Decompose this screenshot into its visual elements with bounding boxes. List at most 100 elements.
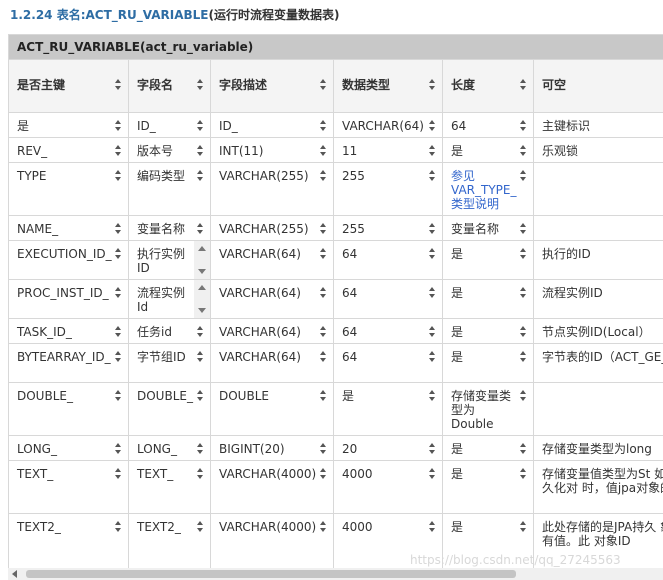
cell-spinner-icon[interactable]	[429, 521, 436, 532]
table-cell[interactable]: TEXT_	[8, 460, 129, 514]
table-cell[interactable]: 编码类型	[128, 162, 211, 216]
table-cell[interactable]: 是	[333, 382, 443, 436]
cell-spinner-icon[interactable]	[197, 223, 204, 234]
table-cell[interactable]: 流程实例Id	[128, 279, 211, 319]
table-cell[interactable]: BIGINT(20)	[210, 435, 334, 461]
table-cell[interactable]: 存储变量类型为long	[532, 435, 663, 461]
cell-spinner-icon[interactable]	[197, 468, 204, 479]
cell-spinner-icon[interactable]	[115, 223, 122, 234]
table-cell[interactable]: 执行的ID	[532, 240, 663, 280]
column-header[interactable]: 字段描述	[210, 59, 334, 113]
table-cell[interactable]: 流程实例ID	[532, 279, 663, 319]
cell-spinner-icon[interactable]	[520, 120, 527, 131]
table-cell[interactable]: 执行实例ID	[128, 240, 211, 280]
cell-spinner-icon[interactable]	[429, 351, 436, 362]
table-cell[interactable]: DOUBLE_	[8, 382, 129, 436]
table-cell[interactable]: 版本号	[128, 137, 211, 163]
table-cell[interactable]: LONG_	[8, 435, 129, 461]
table-cell[interactable]: DOUBLE	[210, 382, 334, 436]
table-cell[interactable]: BYTEARRAY_ID_	[8, 343, 129, 383]
table-cell[interactable]	[532, 382, 663, 436]
cell-spinner-icon[interactable]	[520, 248, 527, 259]
cell-spinner-icon[interactable]	[197, 443, 204, 454]
cell-spinner-icon[interactable]	[320, 120, 327, 131]
table-cell[interactable]	[532, 215, 663, 241]
table-cell[interactable]: EXECUTION_ID_	[8, 240, 129, 280]
cell-spinner-icon[interactable]	[197, 145, 204, 156]
table-cell[interactable]: 64	[333, 240, 443, 280]
column-header[interactable]: 是否主键	[8, 59, 129, 113]
cell-spinner-icon[interactable]	[320, 468, 327, 479]
cell-spinner-icon[interactable]	[520, 287, 527, 298]
table-cell[interactable]: VARCHAR(255)	[210, 162, 334, 216]
table-cell[interactable]: 64	[333, 343, 443, 383]
cell-spinner-icon[interactable]	[429, 120, 436, 131]
cell-spinner-icon[interactable]	[520, 170, 527, 181]
table-cell[interactable]: 64	[333, 318, 443, 344]
cell-spinner-icon[interactable]	[320, 443, 327, 454]
table-cell[interactable]: 节点实例ID(Local）	[532, 318, 663, 344]
table-cell[interactable]: 255	[333, 215, 443, 241]
table-cell[interactable]: VARCHAR(64)	[210, 343, 334, 383]
sort-icon[interactable]	[429, 79, 436, 90]
table-cell[interactable]: VARCHAR(64)	[210, 240, 334, 280]
cell-spinner-icon[interactable]	[320, 223, 327, 234]
column-header[interactable]: 长度	[442, 59, 534, 113]
table-cell[interactable]: INT(11)	[210, 137, 334, 163]
table-cell[interactable]: 变量名称	[128, 215, 211, 241]
table-cell[interactable]: VARCHAR(4000)	[210, 513, 334, 568]
table-cell[interactable]: VARCHAR(255)	[210, 215, 334, 241]
cell-spinner-icon[interactable]	[320, 326, 327, 337]
cell-spinner-icon[interactable]	[115, 521, 122, 532]
table-cell[interactable]: 是	[442, 343, 534, 383]
scroll-left-icon[interactable]	[12, 570, 17, 578]
sort-icon[interactable]	[320, 79, 327, 90]
table-cell[interactable]: 255	[333, 162, 443, 216]
table-cell[interactable]: VARCHAR(64)	[210, 279, 334, 319]
cell-spinner-icon[interactable]	[197, 120, 204, 131]
table-cell[interactable]: 11	[333, 137, 443, 163]
cell-spinner-icon[interactable]	[115, 390, 122, 401]
table-cell[interactable]: DOUBLE_	[128, 382, 211, 436]
table-cell[interactable]: 是	[442, 460, 534, 514]
table-cell[interactable]	[532, 162, 663, 216]
table-cell[interactable]: TEXT2_	[8, 513, 129, 568]
table-cell[interactable]: NAME_	[8, 215, 129, 241]
table-cell[interactable]: REV_	[8, 137, 129, 163]
cell-spinner-icon[interactable]	[320, 351, 327, 362]
table-cell[interactable]: TASK_ID_	[8, 318, 129, 344]
cell-spinner-icon[interactable]	[520, 326, 527, 337]
cell-spinner-icon[interactable]	[115, 443, 122, 454]
column-header[interactable]: 字段名	[128, 59, 211, 113]
cell-spinner-icon[interactable]	[320, 390, 327, 401]
table-cell[interactable]: 字节表的ID（ACT_GE_BYTEARR	[532, 343, 663, 383]
table-cell[interactable]: 存储变量值类型为St 如此处存储持久化对 时，值jpa对象的clas	[532, 460, 663, 514]
cell-spinner-icon[interactable]	[520, 223, 527, 234]
cell-spinner-icon[interactable]	[197, 326, 204, 337]
table-cell[interactable]: 是	[442, 318, 534, 344]
cell-spinner-icon[interactable]	[429, 145, 436, 156]
table-cell[interactable]: 是	[442, 137, 534, 163]
cell-spinner-icon[interactable]	[429, 326, 436, 337]
table-cell[interactable]: TYPE	[8, 162, 129, 216]
horizontal-scrollbar[interactable]	[8, 568, 663, 580]
cell-spinner-icon[interactable]	[320, 145, 327, 156]
cell-spinner-icon[interactable]	[429, 390, 436, 401]
sort-icon[interactable]	[197, 79, 204, 90]
cell-spinner-icon[interactable]	[320, 521, 327, 532]
cell-spinner-icon[interactable]	[520, 468, 527, 479]
table-cell[interactable]: PROC_INST_ID_	[8, 279, 129, 319]
cell-spinner-icon[interactable]	[320, 248, 327, 259]
table-cell[interactable]: VARCHAR(4000)	[210, 460, 334, 514]
cell-spinner-icon[interactable]	[197, 390, 204, 401]
table-cell[interactable]: 字节组ID	[128, 343, 211, 383]
column-header[interactable]: 数据类型	[333, 59, 443, 113]
cell-spinner-icon[interactable]	[520, 390, 527, 401]
cell-spinner-icon[interactable]	[429, 468, 436, 479]
table-cell[interactable]: 主键标识	[532, 112, 663, 138]
table-cell[interactable]: TEXT_	[128, 460, 211, 514]
cell-spinner-icon[interactable]	[115, 287, 122, 298]
table-cell[interactable]: 是	[8, 112, 129, 138]
table-cell[interactable]: 64	[333, 279, 443, 319]
table-container[interactable]: ACT_RU_VARIABLE(act_ru_variable) 是否主键 字段名…	[8, 34, 663, 568]
